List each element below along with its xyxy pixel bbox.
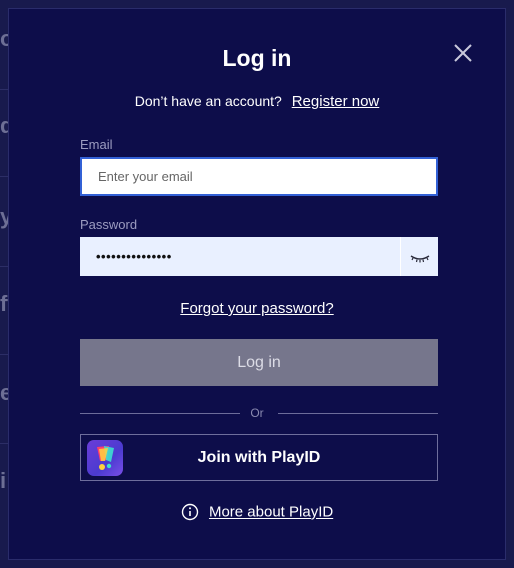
eye-closed-icon bbox=[410, 255, 430, 263]
password-visibility-toggle[interactable] bbox=[400, 237, 438, 276]
login-button[interactable]: Log in bbox=[80, 339, 438, 386]
email-label: Email bbox=[80, 137, 113, 152]
playid-button-label: Join with PlayID bbox=[197, 449, 321, 466]
background-text-fragment: i bbox=[0, 468, 7, 493]
password-masked-value: ••••••••••••••• bbox=[96, 249, 172, 264]
password-field[interactable]: ••••••••••••••• bbox=[80, 237, 438, 276]
login-modal: Log in Don’t have an account? Register n… bbox=[8, 8, 506, 560]
email-field[interactable] bbox=[80, 157, 438, 196]
close-icon bbox=[454, 44, 472, 62]
register-row: Don’t have an account? Register now bbox=[9, 93, 505, 110]
register-prompt: Don’t have an account? bbox=[134, 93, 282, 109]
forgot-password-link[interactable]: Forgot your password? bbox=[9, 300, 505, 317]
more-about-playid-row: More about PlayID bbox=[9, 503, 505, 521]
more-about-playid-link[interactable]: More about PlayID bbox=[209, 504, 333, 521]
register-now-link[interactable]: Register now bbox=[292, 93, 380, 110]
divider-line-right bbox=[278, 413, 438, 414]
modal-title: Log in bbox=[222, 45, 292, 71]
info-icon bbox=[181, 503, 198, 521]
join-with-playid-button[interactable]: Join with PlayID bbox=[80, 434, 438, 481]
password-label: Password bbox=[80, 217, 138, 232]
close-button[interactable] bbox=[450, 40, 476, 66]
